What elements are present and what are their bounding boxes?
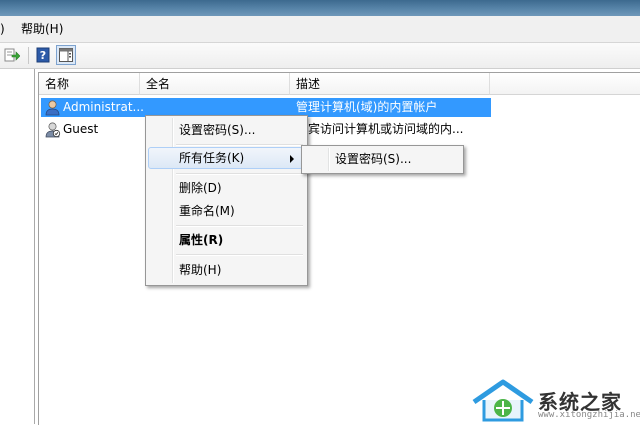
menu-bar: ) 帮助(H) bbox=[0, 16, 640, 43]
menu-item-help[interactable]: 帮助(H) bbox=[21, 22, 63, 36]
menu-item-delete[interactable]: 删除(D) bbox=[148, 177, 303, 199]
column-header-filler bbox=[490, 73, 640, 95]
column-header-name[interactable]: 名称 bbox=[39, 73, 140, 95]
menu-item-properties[interactable]: 属性(R) bbox=[148, 229, 303, 251]
column-header-fullname[interactable]: 全名 bbox=[140, 73, 290, 95]
toolbar: ? bbox=[0, 43, 640, 69]
export-list-icon[interactable] bbox=[2, 45, 22, 65]
watermark-url: www.xitongzhijia.net bbox=[538, 410, 640, 420]
context-menu: 设置密码(S)... 所有任务(K) 删除(D) 重命名(M) 属性(R) 帮助… bbox=[145, 115, 308, 286]
user-icon bbox=[45, 100, 60, 116]
menu-item-all-tasks[interactable]: 所有任务(K) bbox=[148, 147, 303, 169]
house-logo-icon bbox=[472, 379, 534, 422]
menu-separator bbox=[176, 144, 303, 146]
users-list-view[interactable]: 名称 全名 描述 Administrat... 管理计算机(域)的内置帐户 Gu… bbox=[38, 72, 640, 425]
cell-description: 管理计算机(域)的内置帐户 bbox=[296, 100, 438, 114]
cell-name: Administrat... bbox=[63, 100, 143, 114]
guest-user-icon bbox=[45, 122, 61, 138]
cell-name: Guest bbox=[63, 122, 99, 136]
menu-separator bbox=[176, 254, 303, 256]
cell-description: 来宾访问计算机或访问域的内... bbox=[296, 122, 464, 136]
menu-item-help[interactable]: 帮助(H) bbox=[148, 259, 303, 281]
window-title-bar bbox=[0, 0, 640, 16]
toolbar-separator bbox=[28, 47, 29, 64]
svg-text:?: ? bbox=[40, 49, 46, 62]
submenu-item-set-password[interactable]: 设置密码(S)... bbox=[304, 148, 459, 170]
menu-separator bbox=[176, 173, 303, 175]
menu-item-all-tasks-label: 所有任务(K) bbox=[179, 151, 245, 165]
menu-item-set-password[interactable]: 设置密码(S)... bbox=[148, 119, 303, 141]
all-tasks-submenu: 设置密码(S)... bbox=[301, 145, 464, 174]
console-tree-pane[interactable] bbox=[0, 69, 35, 424]
menu-item-rename[interactable]: 重命名(M) bbox=[148, 200, 303, 222]
column-header-description[interactable]: 描述 bbox=[290, 73, 490, 95]
help-icon[interactable]: ? bbox=[33, 45, 53, 65]
site-watermark: 系统之家 www.xitongzhijia.net bbox=[470, 378, 640, 424]
menu-separator bbox=[176, 225, 303, 227]
submenu-arrow-icon bbox=[290, 155, 294, 163]
menu-item-partial[interactable]: ) bbox=[0, 22, 5, 36]
show-hide-action-pane-icon[interactable] bbox=[56, 45, 76, 65]
